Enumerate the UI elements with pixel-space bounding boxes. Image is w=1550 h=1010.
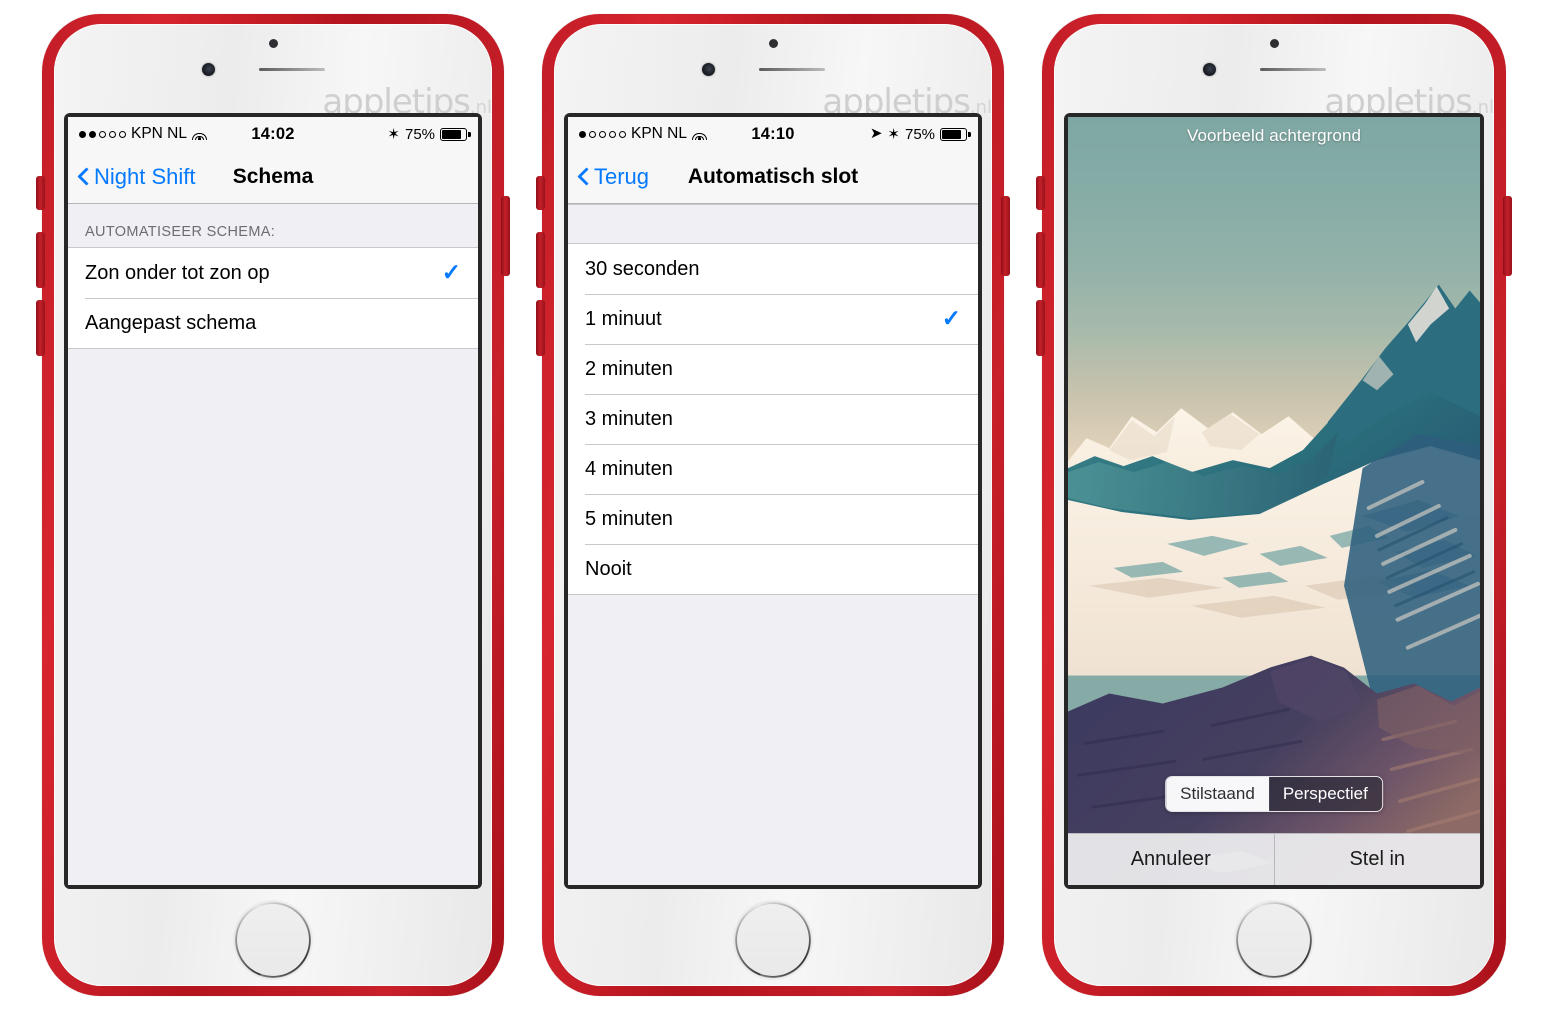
checkmark-icon: ✓: [441, 258, 461, 285]
chevron-left-icon: [78, 168, 89, 187]
screen-2: KPN NL 14:10 ➤ ✶ 75% Terug Automatisch s…: [568, 117, 978, 885]
earpiece-speaker: [759, 68, 825, 71]
table-row-zon-onder-tot-zon-op[interactable]: Zon onder tot zon op ✓: [68, 248, 478, 298]
signal-strength-icon: [579, 130, 626, 138]
bluetooth-icon: ✶: [387, 125, 400, 143]
home-button-1[interactable]: [235, 902, 311, 978]
status-bar-clock: 14:02: [251, 124, 295, 143]
battery-percent-label: 75%: [404, 125, 436, 143]
row-label: 5 minuten: [585, 507, 673, 530]
segment-stilstaand[interactable]: Stilstaand: [1166, 777, 1269, 811]
mute-switch[interactable]: [536, 176, 545, 210]
table-row-2-minuten[interactable]: 2 minuten: [568, 344, 978, 394]
section-header-automatiseer-schema: AUTOMATISEER SCHEMA:: [68, 204, 478, 248]
iphone-device-3: appletips.nl Voorbeeld achtergrond Stils…: [1028, 0, 1520, 1010]
iphone-device-1: appletips.nl KPN NL 14:02 ✶ 75% Night Sh…: [28, 0, 518, 1010]
battery-icon: [940, 127, 971, 141]
table-empty-area-2: [568, 595, 978, 885]
bluetooth-icon: ✶: [887, 125, 900, 143]
table-row-3-minuten[interactable]: 3 minuten: [568, 394, 978, 444]
screenshot-stage: appletips.nl KPN NL 14:02 ✶ 75% Night Sh…: [0, 0, 1550, 1010]
set-wallpaper-button[interactable]: Stel in: [1273, 834, 1481, 885]
status-bar-clock: 14:10: [751, 124, 795, 143]
screen-bezel-3: Voorbeeld achtergrond Stilstaand Perspec…: [1064, 113, 1484, 889]
proximity-sensor-icon: [1270, 39, 1279, 48]
volume-down-button[interactable]: [36, 300, 45, 356]
volume-up-button[interactable]: [36, 232, 45, 288]
row-label: 4 minuten: [585, 457, 673, 480]
home-button-2[interactable]: [735, 902, 811, 978]
iphone-device-2: appletips.nl KPN NL 14:10 ➤ ✶ 75% Terug …: [528, 0, 1018, 1010]
screen-bezel-2: KPN NL 14:10 ➤ ✶ 75% Terug Automatisch s…: [564, 113, 982, 889]
front-camera-icon: [202, 63, 215, 76]
power-button[interactable]: [1503, 196, 1512, 276]
row-label: 30 seconden: [585, 257, 700, 280]
battery-percent-label: 75%: [904, 125, 936, 143]
back-button-label: Night Shift: [94, 164, 196, 189]
row-label: 1 minuut: [585, 307, 662, 330]
power-button[interactable]: [501, 196, 510, 276]
back-button-label: Terug: [594, 164, 650, 189]
volume-down-button[interactable]: [536, 300, 545, 356]
nav-bar-1: Night Shift Schema: [68, 151, 478, 204]
front-camera-icon: [702, 63, 715, 76]
back-button-terug[interactable]: Terug: [568, 164, 649, 190]
table-empty-area-1: [68, 349, 478, 885]
chevron-left-icon: [578, 168, 589, 187]
carrier-name: KPN NL: [131, 125, 187, 142]
cancel-button[interactable]: Annuleer: [1068, 834, 1274, 885]
power-button[interactable]: [1001, 196, 1010, 276]
volume-down-button[interactable]: [1036, 300, 1045, 356]
status-bar-2: KPN NL 14:10 ➤ ✶ 75%: [568, 117, 978, 151]
settings-table-1: Zon onder tot zon op ✓ Aangepast schema: [68, 248, 478, 348]
row-label: 2 minuten: [585, 357, 673, 380]
volume-up-button[interactable]: [536, 232, 545, 288]
screen-1: KPN NL 14:02 ✶ 75% Night Shift Schema AU…: [68, 117, 478, 885]
earpiece-speaker: [259, 68, 325, 71]
segment-perspectief[interactable]: Perspectief: [1268, 777, 1382, 811]
screen-3: Voorbeeld achtergrond Stilstaand Perspec…: [1068, 117, 1480, 885]
table-row-30-seconden[interactable]: 30 seconden: [568, 244, 978, 294]
proximity-sensor-icon: [769, 39, 778, 48]
row-label: Aangepast schema: [85, 311, 257, 334]
row-label: Zon onder tot zon op: [85, 261, 270, 284]
mute-switch[interactable]: [1036, 176, 1045, 210]
signal-strength-icon: [79, 130, 126, 138]
wifi-icon: [192, 128, 207, 140]
settings-table-2: 30 seconden 1 minuut ✓ 2 minuten 3 minut…: [568, 244, 978, 594]
screen-bezel-1: KPN NL 14:02 ✶ 75% Night Shift Schema AU…: [64, 113, 482, 889]
section-spacer-2: [568, 204, 978, 244]
wifi-icon: [692, 128, 707, 140]
table-row-aangepast-schema[interactable]: Aangepast schema: [68, 298, 478, 348]
preview-label: Voorbeeld achtergrond: [1186, 126, 1362, 145]
proximity-sensor-icon: [269, 39, 278, 48]
status-bar-1: KPN NL 14:02 ✶ 75%: [68, 117, 478, 151]
home-button-3[interactable]: [1236, 902, 1312, 978]
table-row-1-minuut[interactable]: 1 minuut ✓: [568, 294, 978, 344]
row-label: 3 minuten: [585, 407, 673, 430]
front-camera-icon: [1203, 63, 1216, 76]
battery-icon: [440, 127, 471, 141]
volume-up-button[interactable]: [1036, 232, 1045, 288]
table-row-4-minuten[interactable]: 4 minuten: [568, 444, 978, 494]
wallpaper-mountains-illustration: [1068, 284, 1480, 885]
location-arrow-icon: ➤: [869, 124, 883, 142]
back-button-night-shift[interactable]: Night Shift: [68, 164, 196, 190]
checkmark-icon: ✓: [941, 304, 961, 331]
table-row-nooit[interactable]: Nooit: [568, 544, 978, 594]
carrier-name: KPN NL: [631, 125, 687, 142]
table-row-5-minuten[interactable]: 5 minuten: [568, 494, 978, 544]
wallpaper-action-bar: Annuleer Stel in: [1068, 833, 1480, 885]
wallpaper-preview[interactable]: Voorbeeld achtergrond Stilstaand Perspec…: [1068, 117, 1480, 885]
mute-switch[interactable]: [36, 176, 45, 210]
row-label: Nooit: [585, 557, 632, 580]
earpiece-speaker: [1260, 68, 1326, 71]
nav-bar-2: Terug Automatisch slot: [568, 151, 978, 204]
wallpaper-type-segmented-control[interactable]: Stilstaand Perspectief: [1165, 776, 1383, 812]
